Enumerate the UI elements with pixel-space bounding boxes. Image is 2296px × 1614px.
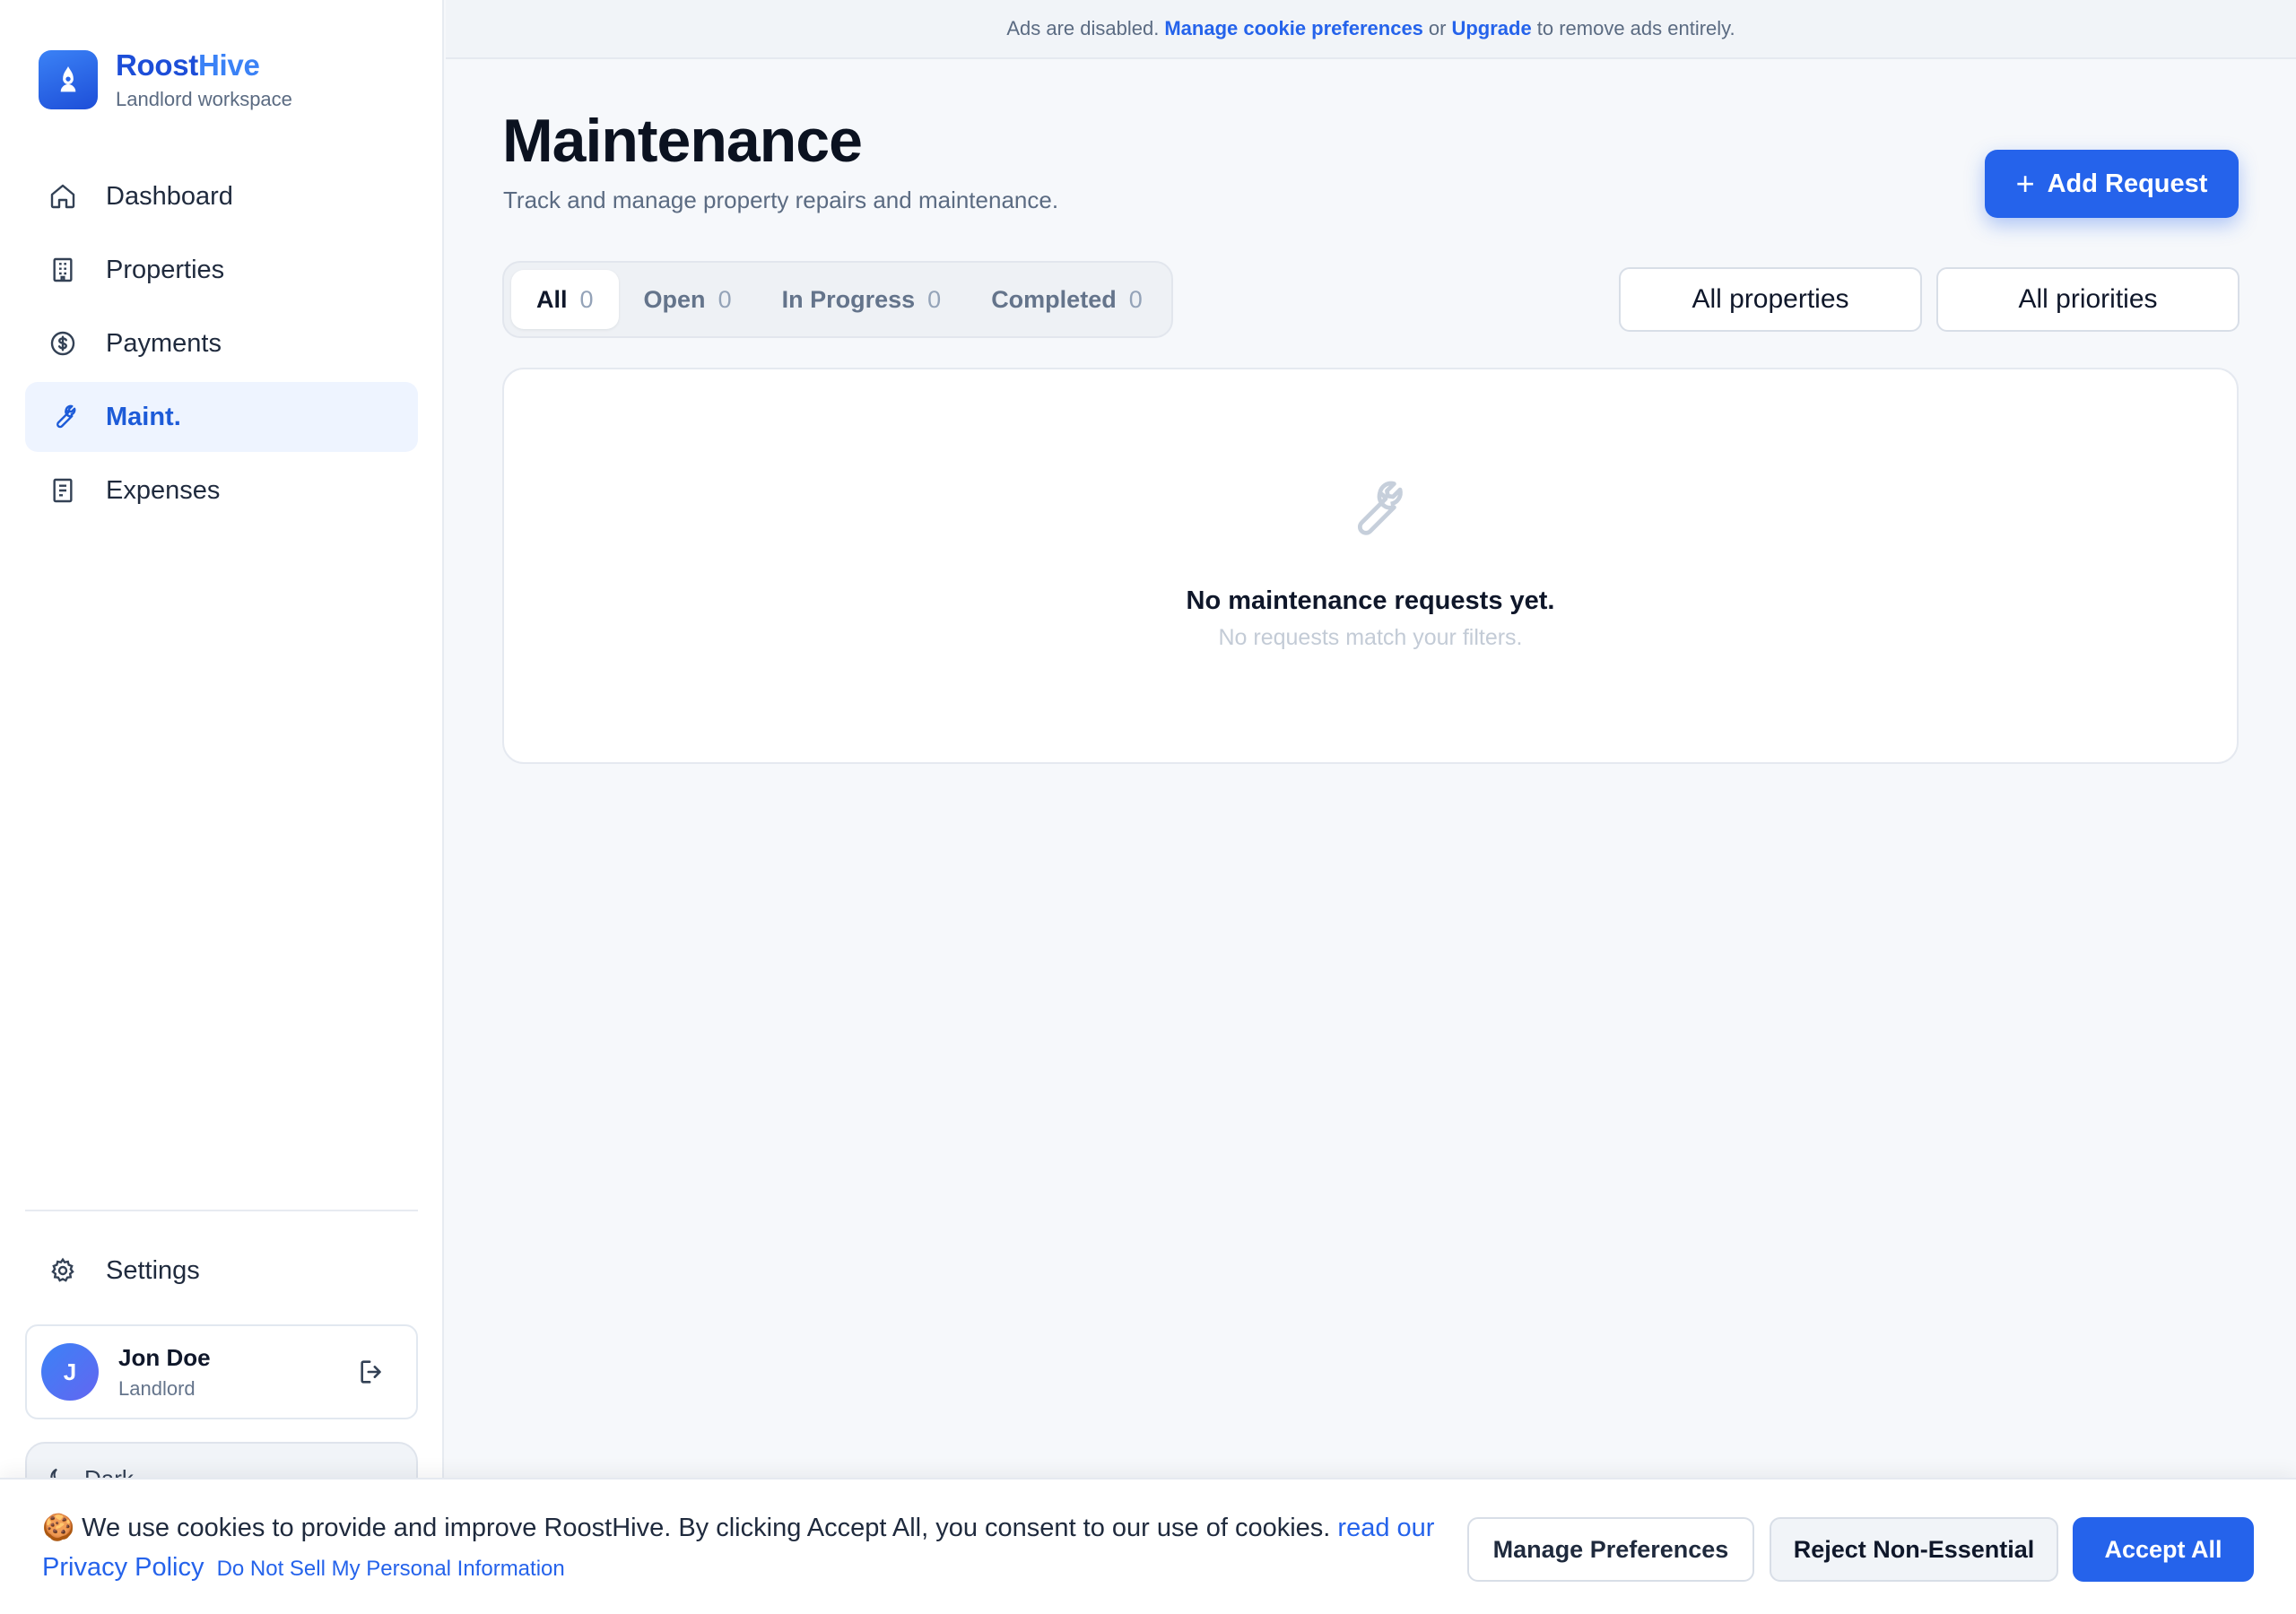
settings-label: Settings <box>106 1255 200 1285</box>
sidebar-item-dashboard[interactable]: Dashboard <box>25 161 418 231</box>
tab-count: 0 <box>718 285 732 313</box>
reject-non-essential-button[interactable]: Reject Non-Essential <box>1770 1517 2058 1582</box>
gear-icon <box>47 1254 79 1287</box>
status-tabs: All 0 Open 0 In Progress 0 Completed 0 <box>502 261 1173 338</box>
tab-count: 0 <box>579 285 594 313</box>
properties-filter-select[interactable]: All properties <box>1619 267 1922 332</box>
logout-icon[interactable] <box>357 1357 389 1389</box>
tab-open[interactable]: Open 0 <box>619 270 757 329</box>
add-request-button[interactable]: + Add Request <box>1985 150 2239 218</box>
tab-count: 0 <box>927 285 942 313</box>
cookie-banner: 🍪 We use cookies to provide and improve … <box>0 1478 2296 1614</box>
upgrade-link[interactable]: Upgrade <box>1451 17 1531 40</box>
building-icon <box>47 254 79 286</box>
user-card[interactable]: J Jon Doe Landlord <box>25 1324 418 1419</box>
home-icon <box>47 180 79 213</box>
plus-icon: + <box>2015 165 2035 202</box>
dollar-circle-icon <box>47 327 79 360</box>
sidebar-item-label: Properties <box>106 255 225 284</box>
wrench-icon <box>1338 475 1406 543</box>
user-name: Jon Doe <box>118 1343 211 1371</box>
roosthive-logo-icon <box>39 50 98 109</box>
sidebar-item-label: Dashboard <box>106 181 233 211</box>
sidebar-item-label: Payments <box>106 328 222 358</box>
do-not-sell-link[interactable]: Do Not Sell My Personal Information <box>217 1557 565 1581</box>
page-subtitle: Track and manage property repairs and ma… <box>503 187 1059 213</box>
brand-name: RoostHive <box>116 48 260 82</box>
wrench-icon <box>47 401 79 433</box>
accept-all-button[interactable]: Accept All <box>2073 1517 2254 1582</box>
empty-state-title: No maintenance requests yet. <box>1186 586 1555 615</box>
add-request-label: Add Request <box>2047 169 2208 198</box>
priorities-filter-select[interactable]: All priorities <box>1936 267 2239 332</box>
page-title: Maintenance <box>502 107 863 175</box>
brand-subtitle: Landlord workspace <box>116 88 292 110</box>
receipt-icon <box>47 474 79 507</box>
tab-count: 0 <box>1128 285 1143 313</box>
sidebar-item-payments[interactable]: Payments <box>25 308 418 378</box>
ad-notice-bar: Ads are disabled. Manage cookie preferen… <box>446 0 2296 59</box>
ad-notice-or: or <box>1428 17 1447 39</box>
sidebar-divider <box>25 1210 418 1211</box>
manage-preferences-button[interactable]: Manage Preferences <box>1467 1517 1754 1582</box>
sidebar: RoostHive Landlord workspace Dashboard P… <box>0 0 444 1614</box>
sidebar-nav: Dashboard Properties Payments Maint. Exp… <box>25 161 418 529</box>
tab-in-progress[interactable]: In Progress 0 <box>757 270 967 329</box>
cookie-banner-text: 🍪 We use cookies to provide and improve … <box>42 1514 1435 1582</box>
sidebar-item-expenses[interactable]: Expenses <box>25 456 418 525</box>
empty-state-subtitle: No requests match your filters. <box>1218 625 1523 650</box>
requests-empty-state: No maintenance requests yet. No requests… <box>502 368 2239 764</box>
ad-notice-suffix: to remove ads entirely. <box>1536 17 1735 39</box>
brand[interactable]: RoostHive Landlord workspace <box>39 48 292 111</box>
settings-area: Settings <box>25 1236 418 1309</box>
sidebar-item-properties[interactable]: Properties <box>25 235 418 305</box>
avatar: J <box>41 1343 99 1401</box>
ad-notice-text: Ads are disabled. <box>1006 17 1160 39</box>
sidebar-item-label: Expenses <box>106 475 221 505</box>
sidebar-item-settings[interactable]: Settings <box>25 1236 418 1306</box>
user-role: Landlord <box>118 1376 196 1400</box>
sidebar-item-maintenance[interactable]: Maint. <box>25 382 418 452</box>
tab-completed[interactable]: Completed 0 <box>966 270 1168 329</box>
manage-cookie-preferences-link[interactable]: Manage cookie preferences <box>1164 17 1423 40</box>
sidebar-item-label: Maint. <box>106 402 181 431</box>
tab-all[interactable]: All 0 <box>511 270 619 329</box>
